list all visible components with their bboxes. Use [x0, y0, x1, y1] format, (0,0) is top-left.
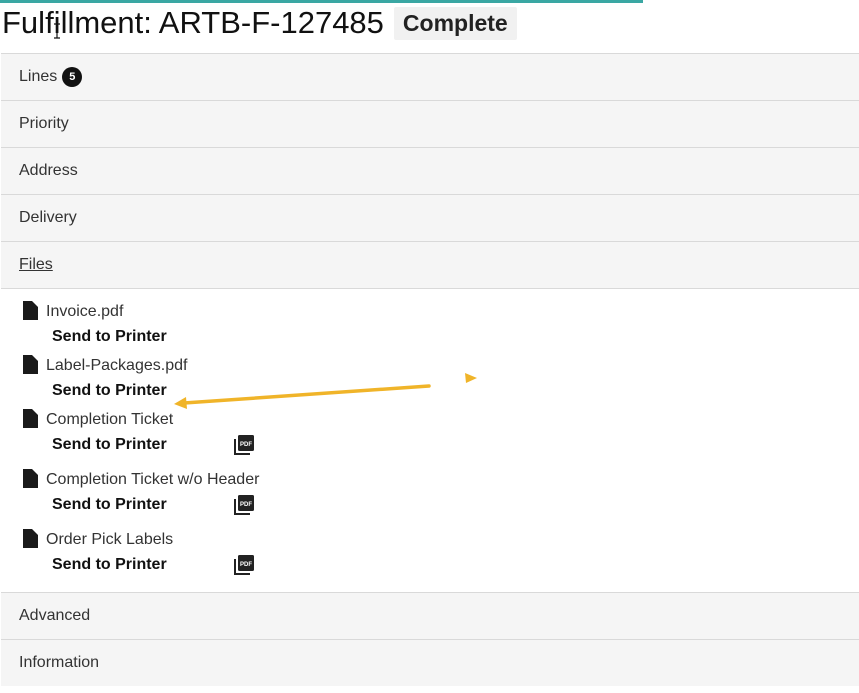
section-lines-label: Lines [19, 68, 58, 85]
files-panel: Invoice.pdf Send to Printer Label-Packag… [1, 288, 859, 592]
send-to-printer-link[interactable]: Send to Printer [52, 556, 234, 574]
section-delivery-label: Delivery [19, 209, 77, 226]
section-files-label: Files [19, 256, 53, 273]
file-item: Completion Ticket w/o Header Send to Pri… [23, 468, 260, 517]
send-to-printer-link[interactable]: Send to Printer [52, 328, 234, 346]
pdf-icon[interactable]: PDF [234, 555, 254, 575]
file-item: Completion Ticket Send to Printer PDF [23, 408, 254, 457]
page-header: Fulfillment: ARTB-F-127485 Complete [2, 5, 517, 41]
file-item: Invoice.pdf Send to Printer [23, 300, 234, 349]
svg-text:PDF: PDF [240, 502, 252, 508]
document-icon [23, 354, 38, 374]
pdf-icon[interactable]: PDF [234, 495, 254, 515]
file-name: Completion Ticket w/o Header [46, 471, 260, 488]
document-icon [23, 528, 38, 548]
file-item: Order Pick Labels Send to Printer PDF [23, 528, 254, 577]
section-advanced[interactable]: Advanced [1, 592, 859, 639]
section-files[interactable]: Files [1, 241, 859, 288]
svg-text:PDF: PDF [240, 442, 252, 448]
section-address-label: Address [19, 162, 78, 179]
pdf-icon[interactable]: PDF [234, 435, 254, 455]
document-icon [23, 468, 38, 488]
section-priority-label: Priority [19, 115, 69, 132]
section-address[interactable]: Address [1, 147, 859, 194]
section-information-label: Information [19, 654, 100, 671]
section-delivery[interactable]: Delivery [1, 194, 859, 241]
progress-bar [0, 0, 643, 3]
file-name: Completion Ticket [46, 411, 174, 428]
section-information[interactable]: Information [1, 639, 859, 686]
annotation-arrow-icon [174, 373, 477, 409]
lines-count-badge: 5 [62, 67, 83, 87]
section-advanced-label: Advanced [19, 607, 91, 624]
file-name: Invoice.pdf [46, 303, 124, 320]
text-cursor-icon [54, 23, 60, 39]
section-priority[interactable]: Priority [1, 100, 859, 147]
document-icon [23, 300, 38, 320]
document-icon [23, 408, 38, 428]
status-badge: Complete [393, 6, 517, 40]
file-name: Order Pick Labels [46, 531, 174, 548]
svg-text:PDF: PDF [240, 562, 252, 568]
send-to-printer-link[interactable]: Send to Printer [52, 436, 234, 454]
send-to-printer-link[interactable]: Send to Printer [52, 496, 234, 514]
section-lines[interactable]: Lines 5 [1, 53, 859, 100]
file-name: Label-Packages.pdf [46, 357, 188, 374]
